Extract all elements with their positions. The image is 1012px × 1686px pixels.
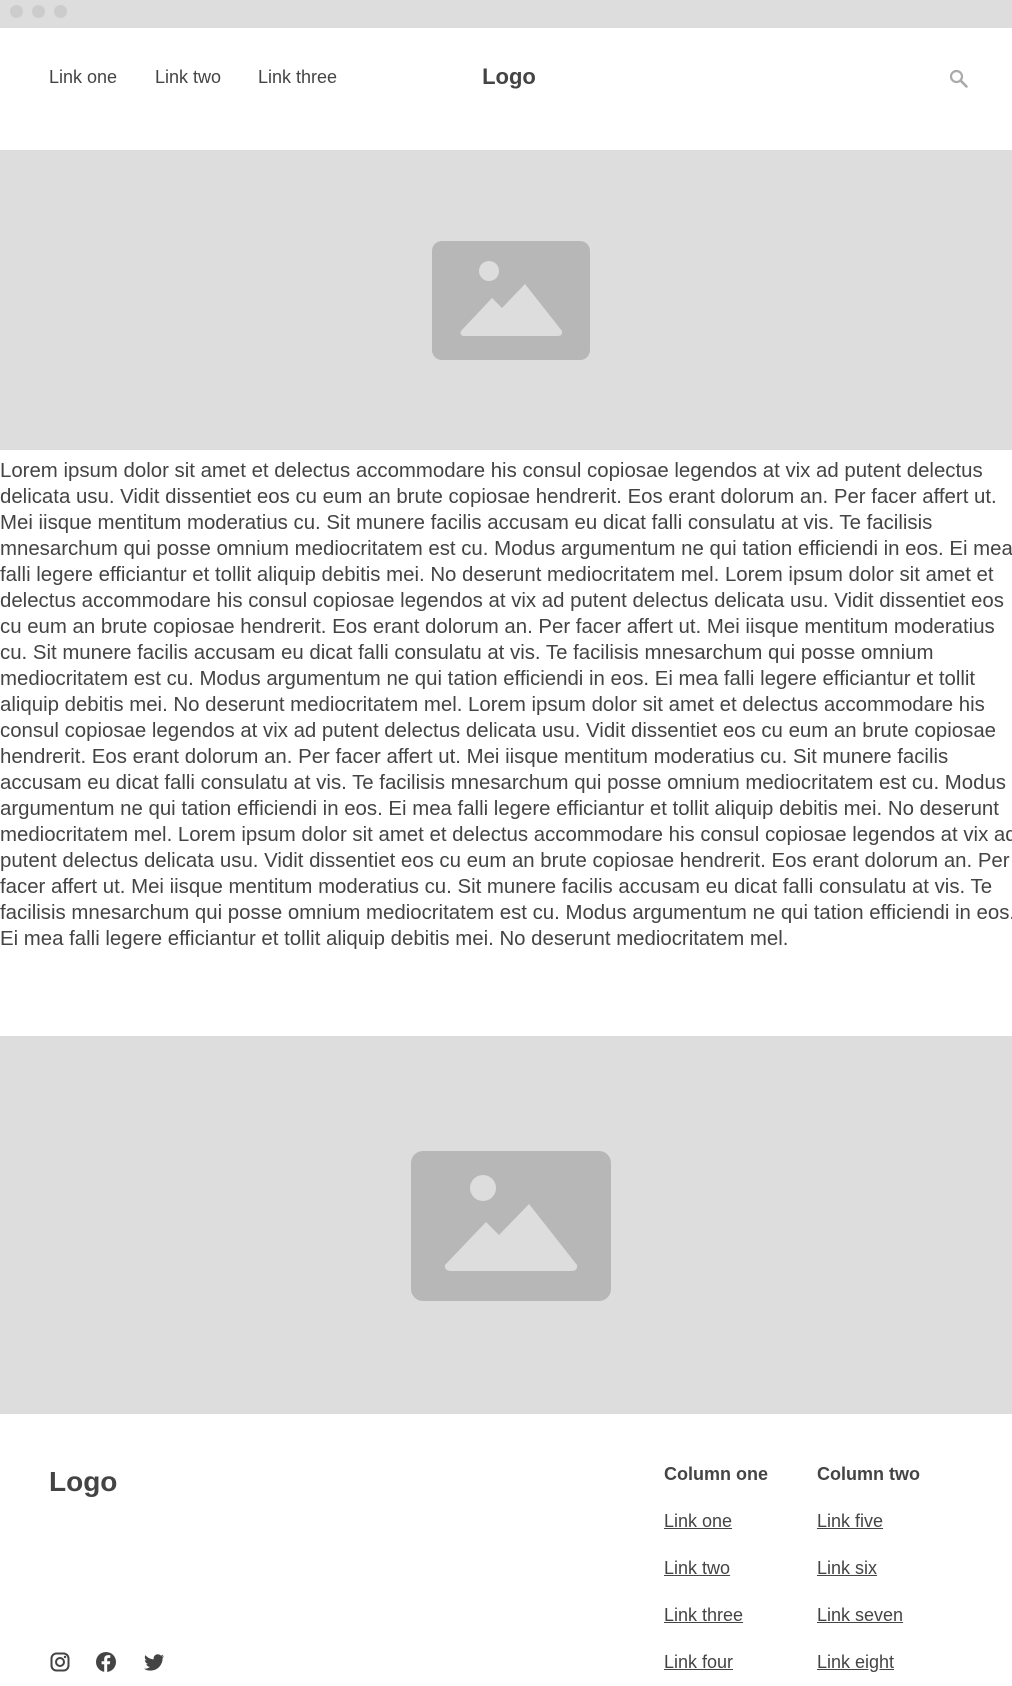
twitter-icon[interactable] <box>143 1651 165 1673</box>
footer-link-three[interactable]: Link three <box>664 1604 743 1626</box>
footer-column-two-heading: Column two <box>817 1464 920 1484</box>
footer-link-one[interactable]: Link one <box>664 1510 732 1532</box>
search-icon[interactable] <box>948 68 970 90</box>
article-body-text: Lorem ipsum dolor sit amet et delectus a… <box>0 460 1012 950</box>
image-placeholder-icon <box>411 1151 611 1301</box>
header-logo[interactable]: Logo <box>0 63 1012 91</box>
footer-link-six[interactable]: Link six <box>817 1557 877 1579</box>
instagram-icon[interactable] <box>49 1651 71 1673</box>
image-placeholder-icon <box>432 241 590 360</box>
footer-link-five[interactable]: Link five <box>817 1510 883 1532</box>
window-minimize-dot[interactable] <box>32 5 45 18</box>
footer-link-two[interactable]: Link two <box>664 1557 730 1579</box>
window-title-bar <box>0 0 1012 28</box>
content-image-placeholder <box>0 1036 1012 1414</box>
facebook-icon[interactable] <box>95 1651 117 1673</box>
footer-column-one-heading: Column one <box>664 1464 768 1484</box>
window-maximize-dot[interactable] <box>54 5 67 18</box>
footer-link-four[interactable]: Link four <box>664 1651 733 1673</box>
footer-link-seven[interactable]: Link seven <box>817 1604 903 1626</box>
footer-link-eight[interactable]: Link eight <box>817 1651 894 1673</box>
footer-logo[interactable]: Logo <box>49 1465 117 1499</box>
window-close-dot[interactable] <box>10 5 23 18</box>
hero-image-placeholder <box>0 150 1012 450</box>
